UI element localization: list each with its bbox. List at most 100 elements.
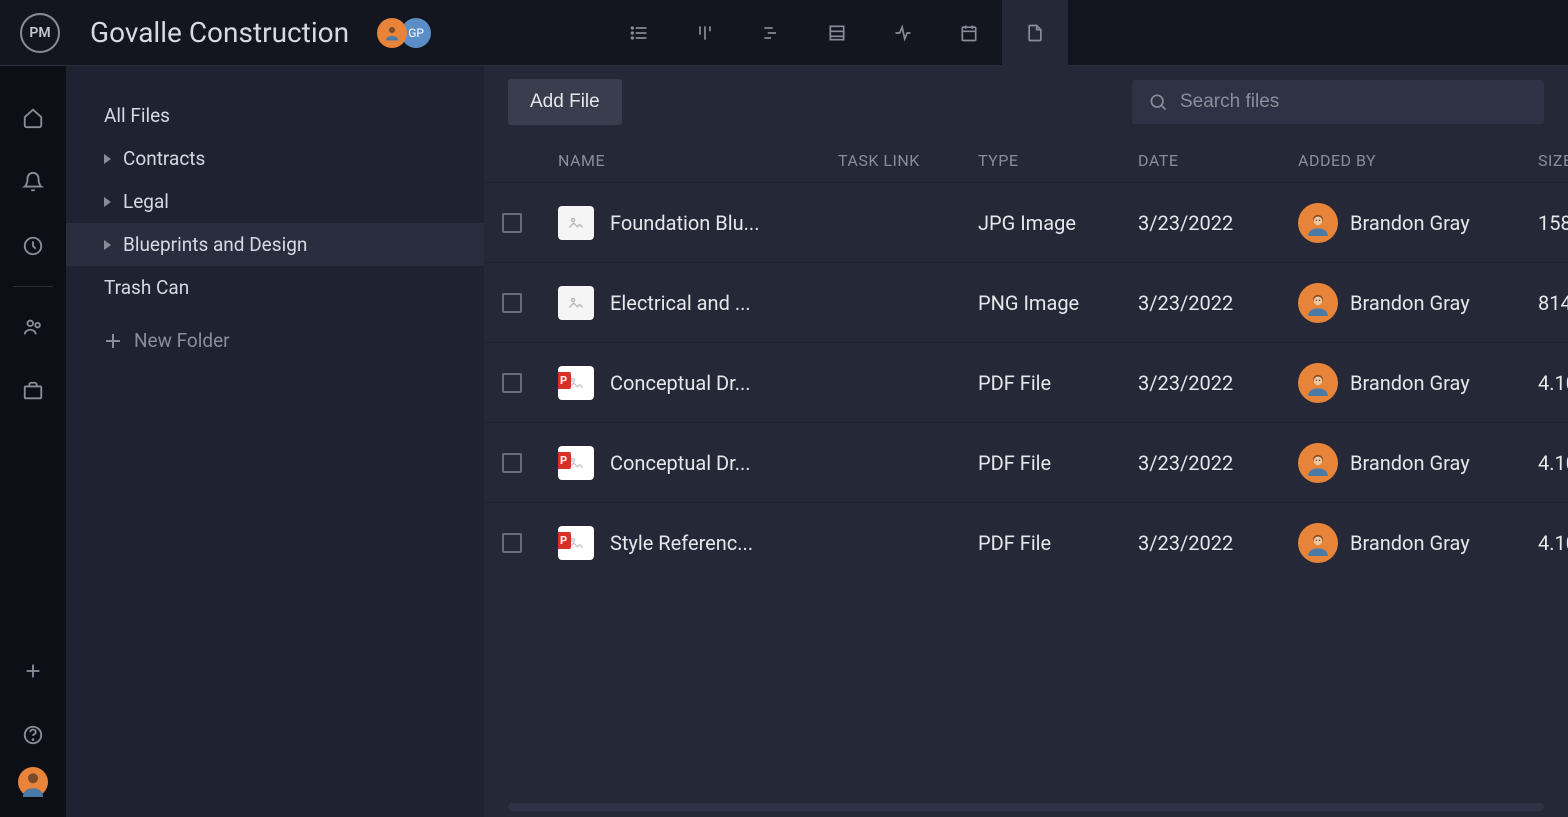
tab-files[interactable]: [1002, 0, 1068, 66]
image-thumb-icon: [558, 286, 594, 320]
file-name: Foundation Blu...: [610, 211, 759, 235]
table-row[interactable]: PStyle Referenc...PDF File3/23/2022Brand…: [484, 502, 1568, 582]
added-by-cell: Brandon Gray: [1298, 363, 1538, 403]
rail-add-icon[interactable]: [13, 651, 53, 691]
file-size: 814.59: [1538, 291, 1568, 315]
horizontal-scrollbar[interactable]: [508, 803, 1544, 811]
rail-help-icon[interactable]: [13, 715, 53, 755]
add-file-button[interactable]: Add File: [508, 79, 622, 125]
left-rail: [0, 66, 66, 817]
tree-label: Blueprints and Design: [123, 233, 307, 256]
file-name-cell[interactable]: Electrical and ...: [558, 286, 838, 320]
pdf-thumb-icon: P: [558, 446, 594, 480]
file-date: 3/23/2022: [1138, 531, 1298, 555]
row-checkbox[interactable]: [502, 293, 522, 313]
tab-gantt[interactable]: [738, 0, 804, 66]
member-avatars[interactable]: GP: [377, 18, 431, 48]
user-name: Brandon Gray: [1350, 451, 1470, 475]
rail-current-user-avatar[interactable]: [18, 767, 48, 797]
main-content: Add File NAME TASK LINK TYPE DATE ADDED …: [484, 66, 1568, 817]
search-icon: [1148, 92, 1168, 112]
files-toolbar: Add File: [484, 66, 1568, 138]
user-avatar[interactable]: [1298, 283, 1338, 323]
new-folder-label: New Folder: [134, 329, 230, 352]
added-by-cell: Brandon Gray: [1298, 443, 1538, 483]
rail-portfolio-icon[interactable]: [13, 371, 53, 411]
file-type: PDF File: [978, 451, 1138, 475]
table-row[interactable]: Electrical and ... PNG Image3/23/2022 Bran…: [484, 262, 1568, 342]
added-by-cell: Brandon Gray: [1298, 203, 1538, 243]
view-tabs: [606, 0, 1068, 66]
row-checkbox[interactable]: [502, 533, 522, 553]
table-row[interactable]: PConceptual Dr... PDF File3/23/2022 Brando…: [484, 422, 1568, 502]
tree-folder-legal[interactable]: Legal: [66, 180, 484, 223]
caret-icon: [104, 154, 111, 164]
rail-team-icon[interactable]: [13, 307, 53, 347]
file-date: 3/23/2022: [1138, 371, 1298, 395]
file-size: 4.10 M: [1538, 371, 1568, 395]
file-type: JPG Image: [978, 211, 1138, 235]
table-row[interactable]: Foundation Blu... JPG Image3/23/2022 Brand…: [484, 182, 1568, 262]
user-avatar[interactable]: [1298, 443, 1338, 483]
tree-root-all-files[interactable]: All Files: [66, 94, 484, 137]
file-name: Conceptual Dr...: [610, 371, 751, 395]
row-checkbox[interactable]: [502, 213, 522, 233]
file-name: Style Referenc...: [610, 531, 753, 555]
rail-recent-icon[interactable]: [13, 226, 53, 266]
file-date: 3/23/2022: [1138, 451, 1298, 475]
rail-home-icon[interactable]: [13, 98, 53, 138]
avatar-user-1[interactable]: [377, 18, 407, 48]
file-name-cell[interactable]: PConceptual Dr...: [558, 446, 838, 480]
col-added-by[interactable]: ADDED BY: [1298, 151, 1538, 170]
col-type[interactable]: TYPE: [978, 151, 1138, 170]
col-date[interactable]: DATE: [1138, 151, 1298, 170]
tab-board[interactable]: [672, 0, 738, 66]
col-task-link[interactable]: TASK LINK: [838, 151, 978, 170]
plus-icon: [104, 332, 122, 350]
search-field[interactable]: [1132, 80, 1544, 124]
image-thumb-icon: [558, 206, 594, 240]
row-checkbox[interactable]: [502, 373, 522, 393]
tab-calendar[interactable]: [936, 0, 1002, 66]
file-name-cell[interactable]: P Style Referenc...: [558, 526, 838, 560]
row-checkbox[interactable]: [502, 453, 522, 473]
file-size: 4.10 M: [1538, 531, 1568, 555]
user-name: Brandon Gray: [1350, 211, 1470, 235]
tree-label: Legal: [123, 190, 169, 213]
file-type: PNG Image: [978, 291, 1138, 315]
rail-notifications-icon[interactable]: [13, 162, 53, 202]
caret-icon: [104, 197, 111, 207]
col-size[interactable]: SIZE: [1538, 151, 1568, 170]
app-logo[interactable]: PM: [20, 13, 60, 53]
new-folder-button[interactable]: New Folder: [66, 319, 484, 362]
file-date: 3/23/2022: [1138, 211, 1298, 235]
tab-list[interactable]: [606, 0, 672, 66]
tab-sheet[interactable]: [804, 0, 870, 66]
added-by-cell: Brandon Gray: [1298, 523, 1538, 563]
user-avatar[interactable]: [1298, 523, 1338, 563]
file-name-cell[interactable]: Foundation Blu...: [558, 206, 838, 240]
table-header: NAME TASK LINK TYPE DATE ADDED BY SIZE: [484, 138, 1568, 182]
pdf-thumb-icon: P: [558, 366, 594, 400]
search-input[interactable]: [1180, 91, 1528, 113]
tree-folder-contracts[interactable]: Contracts: [66, 137, 484, 180]
pdf-thumb-icon: P: [558, 526, 594, 560]
rail-divider: [13, 286, 53, 287]
user-name: Brandon Gray: [1350, 291, 1470, 315]
tree-trash[interactable]: Trash Can: [66, 266, 484, 309]
file-name: Electrical and ...: [610, 291, 751, 315]
file-date: 3/23/2022: [1138, 291, 1298, 315]
user-avatar[interactable]: [1298, 203, 1338, 243]
file-type: PDF File: [978, 371, 1138, 395]
file-name-cell[interactable]: P Conceptual Dr...: [558, 366, 838, 400]
col-name[interactable]: NAME: [558, 151, 838, 170]
user-avatar[interactable]: [1298, 363, 1338, 403]
tree-folder-blueprints[interactable]: Blueprints and Design: [66, 223, 484, 266]
table-row[interactable]: P Conceptual Dr... PDF File3/23/2022 Brando…: [484, 342, 1568, 422]
file-size: 158.98: [1538, 211, 1568, 235]
tab-activity[interactable]: [870, 0, 936, 66]
project-title: Govalle Construction: [90, 16, 349, 49]
file-size: 4.10 M: [1538, 451, 1568, 475]
user-name: Brandon Gray: [1350, 371, 1470, 395]
added-by-cell: Brandon Gray: [1298, 283, 1538, 323]
